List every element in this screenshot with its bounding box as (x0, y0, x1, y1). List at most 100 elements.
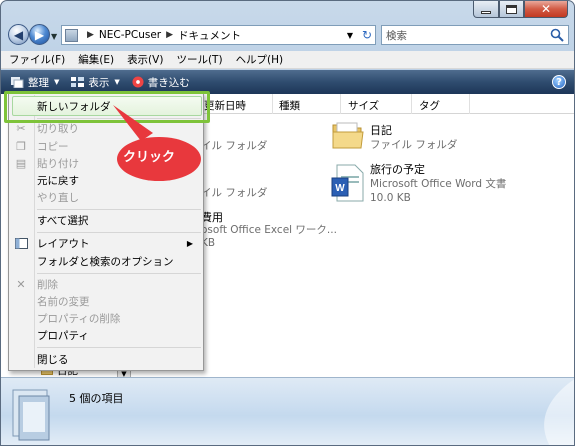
breadcrumb-separator-icon[interactable]: ▶ (87, 30, 94, 40)
menu-item-folder-options[interactable]: フォルダと検索のオプション (11, 252, 201, 270)
menu-label: プロパティの削除 (37, 312, 121, 325)
menu-help[interactable]: ヘルプ(H) (236, 52, 284, 67)
click-callout (113, 105, 201, 181)
file-type: Microsoft Office Word 文書 (370, 178, 507, 190)
burn-disc-icon (132, 76, 144, 88)
item-count: 5 個の項目 (69, 392, 124, 405)
folder-icon[interactable] (331, 120, 365, 150)
chevron-down-icon: ▼ (54, 78, 60, 86)
menu-label: 削除 (37, 278, 58, 291)
menu-view[interactable]: 表示(V) (127, 52, 163, 67)
menu-separator (37, 347, 201, 348)
documents-folder-thumbnail-icon (12, 389, 50, 441)
menu-label: やり直し (37, 191, 79, 204)
caption-buttons: ✕ (473, 1, 568, 18)
menu-item-delete[interactable]: ✕ 削除 (11, 275, 201, 293)
recent-pages-dropdown[interactable]: ▼ (51, 32, 57, 41)
menu-label: 名前の変更 (37, 295, 90, 308)
menu-label: 貼り付け (37, 157, 79, 170)
menu-label: フォルダと検索のオプション (37, 255, 174, 268)
details-pane: 5 個の項目 (1, 377, 574, 445)
layout-icon (14, 236, 28, 250)
menu-label: コピー (37, 140, 69, 153)
address-row: ◀ ▶ ▼ ▶ NEC-PCuser ▶ ドキュメント ▼ ↻ 検索 (1, 21, 574, 49)
column-type[interactable]: 種類 (279, 98, 300, 113)
file-name: 旅行の予定 (370, 163, 425, 176)
menu-bar: ファイル(F) 編集(E) 表示(V) ツール(T) ヘルプ(H) (1, 51, 574, 69)
callout-text: クリック (123, 150, 176, 165)
refresh-button[interactable]: ↻ (358, 26, 376, 44)
menu-item-close[interactable]: 閉じる (11, 350, 201, 368)
menu-separator (37, 273, 201, 274)
menu-label: すべて選択 (37, 214, 89, 227)
refresh-icon: ↻ (361, 28, 373, 42)
maximize-button[interactable] (499, 1, 524, 18)
partial-type-text: イル フォルダ (201, 187, 268, 199)
folder-icon (65, 28, 78, 42)
delete-x-icon: ✕ (16, 277, 26, 291)
file-name: 日記 (370, 124, 392, 137)
file-item-diary[interactable]: 日記 ファイル フォルダ (370, 124, 457, 152)
burn-button[interactable]: 書き込む (132, 75, 190, 90)
file-size: 10.0 KB (370, 192, 411, 204)
column-header: 更新日時 種類 サイズ タグ (201, 94, 574, 114)
column-tags[interactable]: タグ (419, 98, 440, 113)
search-input[interactable]: 検索 (381, 25, 569, 45)
menu-item-properties[interactable]: プロパティ (11, 326, 201, 344)
submenu-arrow-icon: ▶ (186, 238, 193, 248)
menu-label: 閉じる (37, 353, 69, 366)
menu-edit[interactable]: 編集(E) (78, 52, 114, 67)
word-document-icon[interactable]: W (331, 164, 365, 202)
column-divider[interactable] (272, 94, 273, 114)
menu-item-redo[interactable]: やり直し (11, 188, 201, 206)
breadcrumb-user[interactable]: NEC-PCuser (99, 29, 161, 41)
column-size[interactable]: サイズ (348, 98, 379, 113)
copy-icon: ❐ (16, 139, 26, 153)
svg-text:W: W (335, 183, 345, 194)
menu-item-rename[interactable]: 名前の変更 (11, 292, 201, 310)
column-divider[interactable] (411, 94, 412, 114)
menu-separator (37, 232, 201, 233)
burn-label: 書き込む (147, 76, 190, 89)
menu-item-select-all[interactable]: すべて選択 (11, 211, 201, 229)
partial-item-type: イル フォルダ (201, 185, 267, 200)
menu-label: プロパティ (37, 329, 89, 342)
breadcrumb-documents[interactable]: ドキュメント (178, 28, 241, 43)
organize-icon (11, 76, 24, 88)
menu-file[interactable]: ファイル(F) (9, 52, 65, 67)
file-item-travel[interactable]: 旅行の予定 Microsoft Office Word 文書 10.0 KB (370, 163, 506, 205)
back-arrow-icon: ◀ (13, 27, 24, 42)
menu-separator (37, 209, 201, 210)
column-divider[interactable] (340, 94, 341, 114)
back-button[interactable]: ◀ (8, 24, 29, 45)
close-button[interactable]: ✕ (524, 1, 568, 18)
organize-label: 整理 (28, 76, 49, 89)
explorer-window: ✕ ◀ ▶ ▼ ▶ NEC-PCuser ▶ ドキュメント ▼ ↻ 検索 ファイ… (0, 0, 575, 446)
menu-item-layout[interactable]: レイアウト ▶ (11, 234, 201, 252)
paste-icon: ▤ (15, 156, 27, 170)
menu-label: レイアウト (37, 237, 90, 250)
organize-button[interactable]: 整理 ▼ (11, 75, 59, 90)
menu-label: 元に戻す (37, 174, 79, 187)
partial-item-name: 費用 (201, 211, 223, 224)
menu-item-remove-properties[interactable]: プロパティの削除 (11, 309, 201, 327)
maximize-icon (506, 4, 517, 14)
minimize-icon (481, 10, 491, 14)
file-type: ファイル フォルダ (370, 139, 458, 151)
menu-tools[interactable]: ツール(T) (176, 52, 222, 67)
forward-button[interactable]: ▶ (29, 24, 50, 45)
decorative-swoosh-icon (544, 379, 574, 445)
close-icon: ✕ (540, 2, 552, 16)
address-dropdown-icon[interactable]: ▼ (347, 31, 353, 40)
address-bar[interactable]: ▶ NEC-PCuser ▶ ドキュメント ▼ (61, 25, 376, 45)
column-divider[interactable] (469, 94, 470, 114)
search-icon[interactable] (550, 28, 564, 42)
views-button[interactable]: 表示 ▼ (71, 75, 120, 90)
views-label: 表示 (88, 76, 110, 89)
search-placeholder: 検索 (386, 29, 407, 42)
minimize-button[interactable] (473, 1, 499, 18)
chevron-down-icon: ▼ (114, 78, 120, 86)
breadcrumb-separator-icon[interactable]: ▶ (166, 30, 173, 40)
partial-item-excel[interactable]: 費用 osoft Office Excel ワーク... KB (201, 211, 337, 250)
help-icon[interactable]: ? (552, 75, 566, 89)
